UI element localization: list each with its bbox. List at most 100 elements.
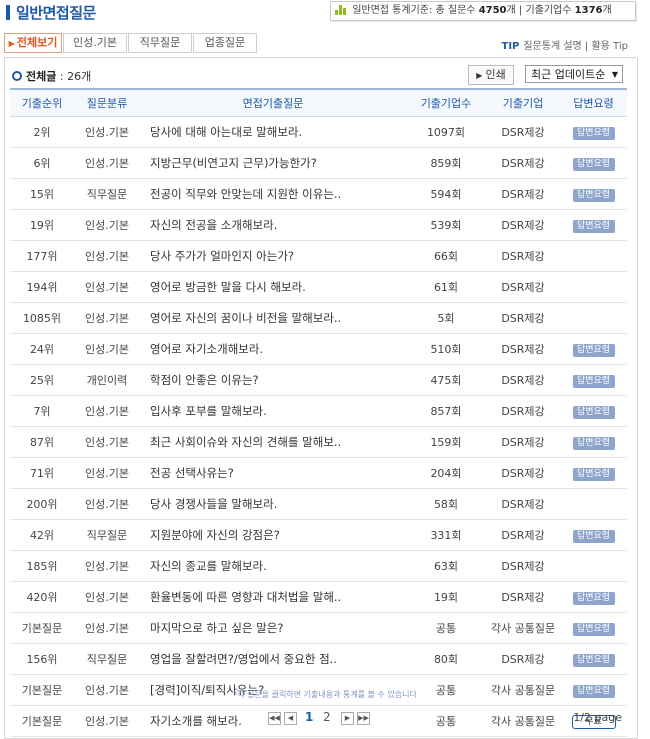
rank-cell: 185위	[10, 550, 74, 582]
table-row[interactable]: 24위 인성.기본 영어로 자기소개해보라. 510회 DSR제강 답변요령	[10, 333, 627, 365]
answer-cell: 답변요령	[560, 333, 627, 365]
question-link[interactable]: 입사후 포부를 말해보라.	[140, 395, 406, 427]
table-row[interactable]: 1085위 인성.기본 영어로 자신의 꿈이나 비전을 말해보라.. 5회 DSR제강	[10, 302, 627, 334]
answer-cell: 답변요령	[560, 395, 627, 427]
category-cell: 인성.기본	[74, 612, 140, 644]
answer-cell: 답변요령	[560, 581, 627, 613]
table-row[interactable]: 194위 인성.기본 영어로 방금한 말을 다시 해보라. 61회 DSR제강	[10, 271, 627, 303]
table-row[interactable]: 71위 인성.기본 전공 선택사유는? 204회 DSR제강 답변요령	[10, 457, 627, 489]
question-link[interactable]: 환율변동에 따른 영향과 대처법을 말해..	[140, 581, 406, 613]
last-page-icon[interactable]: ▶▶	[357, 712, 370, 725]
print-button[interactable]: ▶ 인쇄	[468, 65, 514, 85]
rank-cell: 25위	[10, 364, 74, 396]
table-row[interactable]: 185위 인성.기본 자신의 종교를 말해보라. 63회 DSR제강	[10, 550, 627, 582]
category-cell: 직무질문	[74, 178, 140, 210]
table-row[interactable]: 19위 인성.기본 자신의 전공을 소개해보라. 539회 DSR제강 답변요령	[10, 209, 627, 241]
count-cell: 331회	[406, 519, 486, 551]
question-link[interactable]: 영어로 방금한 말을 다시 해보라.	[140, 271, 406, 303]
answer-cell	[560, 240, 627, 272]
count-cell: 204회	[406, 457, 486, 489]
company-cell: DSR제강	[486, 519, 560, 551]
answer-guide-button[interactable]: 답변요령	[572, 219, 615, 233]
play-arrow-icon: ▶	[8, 39, 15, 48]
page-title: 일반면접질문	[16, 4, 96, 22]
next-page-icon[interactable]: ▶	[341, 712, 354, 725]
play-arrow-icon: ▶	[476, 71, 483, 80]
rank-cell: 420위	[10, 581, 74, 613]
question-link[interactable]: 당사 주가가 얼마인지 아는가?	[140, 240, 406, 272]
total-count-label: 전체글	[26, 70, 57, 83]
sort-select[interactable]: 최근 업데이트순 ▼	[525, 65, 623, 83]
question-link[interactable]: 자신의 종교를 말해보라.	[140, 550, 406, 582]
answer-guide-button[interactable]: 답변요령	[572, 467, 615, 481]
tab-all[interactable]: ▶ 전체보기	[4, 33, 62, 53]
company-cell: 각사 공통질문	[486, 705, 560, 737]
category-cell: 인성.기본	[74, 426, 140, 458]
question-link[interactable]: 자신의 전공을 소개해보라.	[140, 209, 406, 241]
answer-cell	[560, 488, 627, 520]
table-row[interactable]: 200위 인성.기본 당사 경쟁사들을 말해보라. 58회 DSR제강	[10, 488, 627, 520]
stats-summary-box: 일반면접 통계기준: 총 질문수 4750개 | 기출기업수 1376개	[330, 1, 636, 21]
table-row[interactable]: 기본질문 인성.기본 자기소개를 해보라. 공통 각사 공통질문 무료	[10, 705, 627, 737]
page-number[interactable]: 2	[323, 710, 331, 724]
answer-guide-button[interactable]: 답변요령	[572, 374, 615, 388]
sort-selected-value: 최근 업데이트순	[531, 68, 606, 81]
table-row[interactable]: 156위 직무질문 영업을 잘할려면?/영업에서 중요한 점.. 80회 DSR제강 답변…	[10, 643, 627, 675]
company-cell: DSR제강	[486, 643, 560, 675]
answer-guide-button[interactable]: 답변요령	[572, 157, 615, 171]
first-page-icon[interactable]: ◀◀	[268, 712, 281, 725]
question-link[interactable]: 영어로 자기소개해보라.	[140, 333, 406, 365]
question-link[interactable]: 지원분야에 자신의 강점은?	[140, 519, 406, 551]
answer-cell	[560, 271, 627, 303]
table-row[interactable]: 15위 직무질문 전공이 직무와 안맞는데 지원한 이유는.. 594회 DSR제강 답변…	[10, 178, 627, 210]
category-cell: 인성.기본	[74, 333, 140, 365]
count-cell: 61회	[406, 271, 486, 303]
tab-personality[interactable]: 인성.기본	[63, 33, 127, 53]
tab-industry[interactable]: 업종질문	[193, 33, 257, 53]
answer-guide-button[interactable]: 답변요령	[572, 653, 615, 667]
stats-question-count: 4750	[478, 5, 507, 16]
table-row[interactable]: 177위 인성.기본 당사 주가가 얼마인지 아는가? 66회 DSR제강	[10, 240, 627, 272]
category-cell: 인성.기본	[74, 116, 140, 148]
prev-page-icon[interactable]: ◀	[284, 712, 297, 725]
answer-cell: 답변요령	[560, 178, 627, 210]
table-row[interactable]: 기본질문 인성.기본 마지막으로 하고 싶은 말은? 공통 각사 공통질문 답변요령	[10, 612, 627, 644]
page-number-current[interactable]: 1	[305, 710, 313, 724]
question-link[interactable]: 전공 선택사유는?	[140, 457, 406, 489]
question-link[interactable]: 최근 사회이슈와 자신의 견해를 말해보..	[140, 426, 406, 458]
table-row[interactable]: 7위 인성.기본 입사후 포부를 말해보라. 857회 DSR제강 답변요령	[10, 395, 627, 427]
answer-guide-button[interactable]: 답변요령	[572, 126, 615, 140]
table-row[interactable]: 420위 인성.기본 환율변동에 따른 영향과 대처법을 말해.. 19회 DSR제강 답…	[10, 581, 627, 613]
question-link[interactable]: 당사 경쟁사들을 말해보라.	[140, 488, 406, 520]
tab-job[interactable]: 직무질문	[128, 33, 192, 53]
rank-cell: 15위	[10, 178, 74, 210]
question-link[interactable]: 영어로 자신의 꿈이나 비전을 말해보라..	[140, 302, 406, 334]
answer-guide-button[interactable]: 답변요령	[572, 436, 615, 450]
rank-cell: 156위	[10, 643, 74, 675]
table-row[interactable]: 6위 인성.기본 지방근무(비연고지 근무)가능한가? 859회 DSR제강 답변요령	[10, 147, 627, 179]
answer-guide-button[interactable]: 답변요령	[572, 343, 615, 357]
question-link[interactable]: 당사에 대해 아는대로 말해보라.	[140, 116, 406, 148]
company-cell: DSR제강	[486, 240, 560, 272]
table-row[interactable]: 42위 직무질문 지원분야에 자신의 강점은? 331회 DSR제강 답변요령	[10, 519, 627, 551]
col-header-category: 질문분류	[74, 88, 140, 117]
answer-guide-button[interactable]: 답변요령	[572, 188, 615, 202]
question-link[interactable]: 전공이 직무와 안맞는데 지원한 이유는..	[140, 178, 406, 210]
question-link[interactable]: 학점이 안좋은 이유는?	[140, 364, 406, 396]
table-row[interactable]: 25위 개인이력 학점이 안좋은 이유는? 475회 DSR제강 답변요령	[10, 364, 627, 396]
company-cell: DSR제강	[486, 457, 560, 489]
col-header-company: 기출기업	[486, 88, 560, 117]
answer-guide-button[interactable]: 답변요령	[572, 591, 615, 605]
question-link[interactable]: 영업을 잘할려면?/영업에서 중요한 점..	[140, 643, 406, 675]
table-row[interactable]: 2위 인성.기본 당사에 대해 아는대로 말해보라. 1097회 DSR제강 답변요령	[10, 116, 627, 148]
answer-guide-button[interactable]: 답변요령	[572, 622, 615, 636]
count-cell: 19회	[406, 581, 486, 613]
answer-guide-button[interactable]: 답변요령	[572, 529, 615, 543]
answer-cell: 답변요령	[560, 643, 627, 675]
total-count-value: : 26개	[59, 70, 92, 83]
question-link[interactable]: 지방근무(비연고지 근무)가능한가?	[140, 147, 406, 179]
tip-box[interactable]: TIP 질문통계 설명 | 활용 Tip	[502, 37, 629, 52]
question-link[interactable]: 마지막으로 하고 싶은 말은?	[140, 612, 406, 644]
table-row[interactable]: 87위 인성.기본 최근 사회이슈와 자신의 견해를 말해보.. 159회 DSR제강 답…	[10, 426, 627, 458]
answer-guide-button[interactable]: 답변요령	[572, 405, 615, 419]
